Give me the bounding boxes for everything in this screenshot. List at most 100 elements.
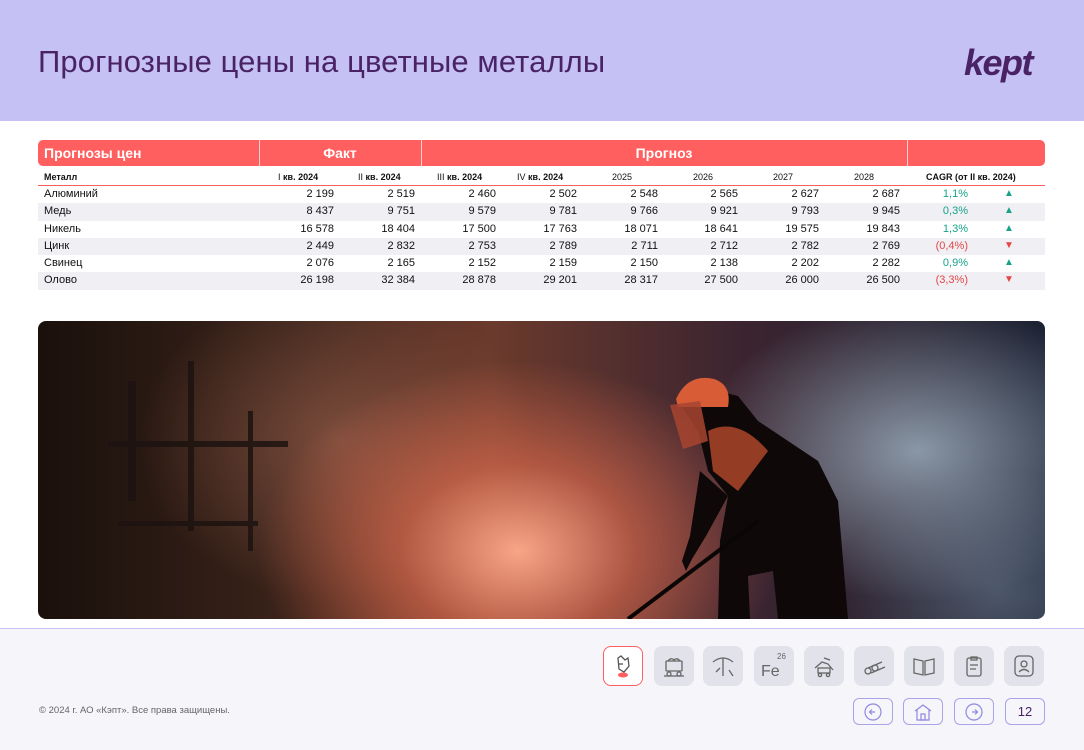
price-cell-y2028: 9 945 xyxy=(872,205,900,218)
fact-label: Факт xyxy=(323,145,357,161)
price-cell-y2028: 2 282 xyxy=(872,257,900,270)
col-q1-2024: I кв. 2024 xyxy=(278,172,318,182)
table-row: Свинец 2 076 2 165 2 152 2 159 2 150 2 138 2 20… xyxy=(38,255,1045,272)
price-cell-q2: 2 832 xyxy=(387,239,415,252)
price-cell-q2: 18 404 xyxy=(381,222,415,235)
fe-symbol: Fe xyxy=(761,663,780,680)
price-cell-q1: 26 198 xyxy=(300,274,334,287)
price-cell-y2025: 2 548 xyxy=(630,188,658,200)
price-cell-q3: 17 500 xyxy=(462,222,496,235)
header-band: Прогнозные цены на цветные металлы kept xyxy=(0,0,1084,121)
prev-page-button[interactable] xyxy=(853,698,893,725)
price-cell-q2: 32 384 xyxy=(381,274,415,287)
price-cell-q3: 2 753 xyxy=(468,239,496,252)
price-cell-q4: 2 159 xyxy=(549,257,577,270)
price-cell-q4: 29 201 xyxy=(543,274,577,287)
col-q2-rest: кв. 2024 xyxy=(365,172,401,182)
price-cell-y2027: 2 202 xyxy=(791,257,819,270)
table-row: Медь 8 437 9 751 9 579 9 781 9 766 9 921 9 793 9… xyxy=(38,203,1045,221)
price-cell-q1: 2 076 xyxy=(306,257,334,270)
price-cell-q3: 2 460 xyxy=(468,188,496,200)
price-cell-y2025: 2 711 xyxy=(631,239,658,252)
metal-name: Медь xyxy=(44,205,72,218)
worker-photo xyxy=(38,321,1045,619)
col-2025: 2025 xyxy=(612,172,633,182)
pickaxe-icon[interactable] xyxy=(703,646,743,686)
page-number: 12 xyxy=(1005,698,1045,725)
price-cell-q2: 2 519 xyxy=(387,188,415,200)
table-row: Алюминий 2 199 2 519 2 460 2 502 2 548 2 565 2 … xyxy=(38,186,1045,203)
home-button[interactable] xyxy=(903,698,943,725)
col-2026: 2026 xyxy=(693,172,714,182)
col-q2-roman: II xyxy=(358,172,364,182)
price-cell-y2026: 18 641 xyxy=(704,222,738,235)
price-cell-y2026: 2 712 xyxy=(710,239,738,252)
col-metal: Металл xyxy=(44,172,78,182)
table-header-band: Прогнозы цен Факт Прогноз xyxy=(38,140,1045,166)
col-q1-rest: кв. 2024 xyxy=(283,172,319,182)
home-icon xyxy=(914,703,932,721)
metal-name: Свинец xyxy=(44,257,83,270)
price-cell-y2027: 26 000 xyxy=(785,274,819,287)
metal-name: Алюминий xyxy=(44,188,98,200)
price-cell-y2028: 26 500 xyxy=(866,274,900,287)
hand-drop-icon[interactable] xyxy=(603,646,643,686)
metal-name: Никель xyxy=(44,222,81,235)
worker-silhouette-image xyxy=(108,361,848,619)
cagr-value: 1,3% xyxy=(942,222,968,235)
mining-cart-icon[interactable] xyxy=(654,646,694,686)
price-cell-y2028: 2 687 xyxy=(872,188,900,200)
trend-down-icon: ▼ xyxy=(1004,274,1014,286)
metal-name: Цинк xyxy=(44,239,70,252)
logs-icon[interactable] xyxy=(854,646,894,686)
kept-logo: kept xyxy=(964,42,1034,83)
col-q2-2024: II кв. 2024 xyxy=(358,172,401,182)
col-q4-rest: кв. 2024 xyxy=(528,172,564,182)
col-q4-2024: IV кв. 2024 xyxy=(517,172,563,182)
cagr-value: (0,4%) xyxy=(935,239,968,252)
price-cell-q1: 2 199 xyxy=(306,188,334,200)
price-cell-q1: 2 449 xyxy=(306,239,334,252)
price-cell-q4: 2 789 xyxy=(549,239,577,252)
table-row: Олово 26 198 32 384 28 878 29 201 28 317 27 50… xyxy=(38,272,1045,290)
price-cell-q3: 2 152 xyxy=(468,257,496,270)
col-cagr: CAGR (от II кв. 2024) xyxy=(926,172,1016,182)
col-q1-roman: I xyxy=(278,172,281,182)
price-cell-y2025: 18 071 xyxy=(624,222,658,235)
forecast-label: Прогноз xyxy=(635,145,693,161)
metal-name: Олово xyxy=(44,274,77,287)
fe-element-icon[interactable]: 26 Fe xyxy=(754,646,794,686)
fe-atomic-number: 26 xyxy=(777,652,786,661)
cagr-value: 1,1% xyxy=(942,188,968,200)
machinery-icon[interactable] xyxy=(804,646,844,686)
page-title: Прогнозные цены на цветные металлы xyxy=(38,44,606,79)
cagr-value: 0,3% xyxy=(942,205,968,218)
book-icon[interactable] xyxy=(904,646,944,686)
trend-up-icon: ▲ xyxy=(1004,188,1014,199)
price-cell-q3: 28 878 xyxy=(462,274,496,287)
arrow-left-icon xyxy=(864,702,882,721)
clipboard-icon[interactable] xyxy=(954,646,994,686)
col-q3-roman: III xyxy=(437,172,445,182)
price-cell-y2026: 2 565 xyxy=(710,188,738,200)
cagr-value: 0,9% xyxy=(942,257,968,270)
price-cell-q1: 16 578 xyxy=(300,222,334,235)
price-cell-y2026: 2 138 xyxy=(710,257,738,270)
price-cell-q3: 9 579 xyxy=(468,205,496,218)
column-headers: Металл I кв. 2024 II кв. 2024 III кв. 20… xyxy=(38,166,1045,186)
price-cell-y2025: 2 150 xyxy=(630,257,658,270)
person-icon[interactable] xyxy=(1004,646,1044,686)
price-cell-y2027: 2 627 xyxy=(791,188,819,200)
band-divider xyxy=(907,140,908,166)
price-cell-q1: 8 437 xyxy=(306,205,334,218)
col-q3-rest: кв. 2024 xyxy=(447,172,483,182)
col-2027: 2027 xyxy=(773,172,794,182)
price-cell-y2025: 28 317 xyxy=(624,274,658,287)
copyright: © 2024 г. АО «Кэпт». Все права защищены. xyxy=(39,705,230,716)
price-cell-y2028: 2 769 xyxy=(872,239,900,252)
price-cell-q4: 9 781 xyxy=(549,205,577,218)
price-cell-y2027: 9 793 xyxy=(791,205,819,218)
trend-up-icon: ▲ xyxy=(1004,257,1014,269)
next-page-button[interactable] xyxy=(954,698,994,725)
price-cell-y2027: 19 575 xyxy=(785,222,819,235)
